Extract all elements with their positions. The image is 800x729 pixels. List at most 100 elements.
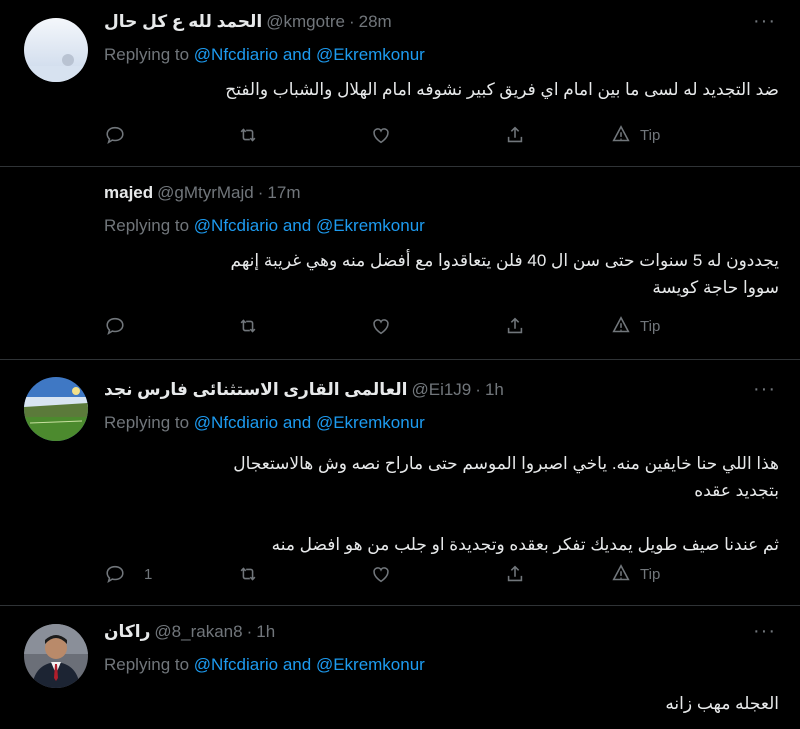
timestamp[interactable]: 1h	[485, 380, 504, 400]
separator: ·	[257, 183, 264, 202]
mention-link[interactable]: @Nfcdiario	[194, 216, 278, 235]
reply-count: 1	[144, 565, 153, 583]
mention-link[interactable]: @Nfcdiario	[194, 45, 278, 64]
tip-label: Tip	[640, 317, 661, 335]
replying-to: Replying to @Nfcdiario and @Ekremkonur	[104, 211, 776, 241]
tweet-text: العجله مهب زانه	[104, 690, 779, 717]
pale-sky-avatar-image	[24, 18, 88, 82]
mention-link[interactable]: @Ekremkonur	[316, 216, 425, 235]
tweet-text-line: يجددون له 5 سنوات حتى سن ال 40 فلن يتعاق…	[230, 251, 779, 270]
stadium-avatar-image	[24, 377, 88, 441]
tweet-text-line: ثم عندنا صيف طويل يمديك تفكر بعقده وتجدي…	[271, 535, 779, 554]
mention-link[interactable]: @Nfcdiario	[194, 413, 278, 432]
tweet[interactable]: الحمد لله ع كل حال @kmgotre · 28m ··· Re…	[0, 0, 800, 167]
tweet-text-line: هذا اللي حنا خايفين منه. ياخي اصبروا الم…	[233, 454, 779, 473]
separator: ·	[348, 12, 355, 31]
tip-button[interactable]: Tip	[610, 124, 660, 146]
retweet-icon	[240, 567, 256, 581]
replying-to: Replying to @Nfcdiario and @Ekremkonur	[104, 40, 776, 70]
action-bar: Tip	[104, 315, 664, 339]
display-name[interactable]: العالمى القارى الاستثنائى فارس نجد	[104, 380, 407, 400]
tweet-text-line: العجله مهب زانه	[665, 694, 779, 713]
tweet-header: الحمد لله ع كل حال @kmgotre · 28m	[104, 12, 776, 40]
replying-to: Replying to @Nfcdiario and @Ekremkonur	[104, 650, 776, 680]
tweet-text-line: سووا حاجة كويسة	[652, 278, 779, 297]
share-icon	[507, 317, 523, 334]
share-icon	[507, 126, 523, 143]
user-handle[interactable]: @gMtyrMajd	[157, 183, 254, 203]
user-handle[interactable]: @kmgotre	[266, 12, 345, 32]
and-text: and	[278, 45, 316, 64]
person-avatar-image	[24, 624, 88, 688]
replying-prefix: Replying to	[104, 413, 194, 432]
reply-button[interactable]	[104, 315, 126, 337]
retweet-button[interactable]	[237, 124, 259, 146]
tweet-header: راكان @8_rakan8 · 1h	[104, 622, 776, 650]
like-button[interactable]	[370, 563, 392, 585]
tweet-text-line: ضد التجديد له لسى ما بين امام اي فريق كب…	[225, 80, 779, 99]
tweet-text-line: بتجديد عقده	[694, 481, 779, 500]
tweet-text: هذا اللي حنا خايفين منه. ياخي اصبروا الم…	[104, 450, 779, 558]
tweet[interactable]: العالمى القارى الاستثنائى فارس نجد @Ei1J…	[0, 360, 800, 606]
like-button[interactable]	[370, 315, 392, 337]
replying-prefix: Replying to	[104, 216, 194, 235]
tip-label: Tip	[640, 565, 661, 583]
heart-icon	[373, 319, 389, 335]
action-bar: Tip	[104, 124, 664, 148]
share-button[interactable]	[504, 124, 526, 146]
user-handle[interactable]: @Ei1J9	[411, 380, 471, 400]
tip-icon	[612, 125, 630, 142]
display-name[interactable]: راكان	[104, 622, 150, 642]
tweet[interactable]: majed @gMtyrMajd · 17m Replying to @Nfcd…	[0, 167, 800, 360]
replying-prefix: Replying to	[104, 45, 194, 64]
share-button[interactable]	[504, 315, 526, 337]
mention-link[interactable]: @Nfcdiario	[194, 655, 278, 674]
avatar[interactable]	[24, 377, 88, 441]
and-text: and	[278, 216, 316, 235]
retweet-button[interactable]	[237, 315, 259, 337]
tip-label: Tip	[640, 126, 661, 144]
mention-link[interactable]: @Ekremkonur	[316, 413, 425, 432]
action-bar: 1 Tip	[104, 563, 664, 587]
replying-prefix: Replying to	[104, 655, 194, 674]
tweet-text: ضد التجديد له لسى ما بين امام اي فريق كب…	[104, 76, 779, 103]
tweet-text-blank	[104, 504, 779, 531]
tip-button[interactable]: Tip	[610, 315, 660, 337]
retweet-icon	[240, 319, 256, 333]
heart-icon	[373, 567, 389, 583]
share-icon	[507, 565, 523, 582]
reply-button[interactable]: 1	[104, 563, 152, 585]
reply-button[interactable]	[104, 124, 126, 146]
display-name[interactable]: majed	[104, 183, 153, 203]
reply-icon	[106, 126, 124, 144]
tweet-text: يجددون له 5 سنوات حتى سن ال 40 فلن يتعاق…	[104, 247, 779, 301]
avatar[interactable]	[24, 18, 88, 82]
reply-icon	[106, 317, 124, 335]
display-name[interactable]: الحمد لله ع كل حال	[104, 12, 262, 32]
tip-icon	[612, 316, 630, 333]
more-options-icon[interactable]: ···	[753, 621, 776, 641]
replying-to: Replying to @Nfcdiario and @Ekremkonur	[104, 408, 776, 438]
more-options-icon[interactable]: ···	[753, 11, 776, 31]
user-handle[interactable]: @8_rakan8	[154, 622, 242, 642]
more-options-icon[interactable]: ···	[753, 379, 776, 399]
tweet-header: majed @gMtyrMajd · 17m	[104, 183, 776, 211]
retweet-button[interactable]	[237, 563, 259, 585]
separator: ·	[246, 622, 253, 641]
and-text: and	[278, 655, 316, 674]
timestamp[interactable]: 1h	[256, 622, 275, 642]
like-button[interactable]	[370, 124, 392, 146]
tip-icon	[612, 564, 630, 581]
avatar[interactable]	[24, 624, 88, 688]
timestamp[interactable]: 28m	[359, 12, 392, 32]
timestamp[interactable]: 17m	[267, 183, 300, 203]
mention-link[interactable]: @Ekremkonur	[316, 655, 425, 674]
heart-icon	[373, 128, 389, 144]
tweet[interactable]: راكان @8_rakan8 · 1h ··· Replying to @Nf…	[0, 606, 800, 729]
retweet-icon	[240, 128, 256, 142]
mention-link[interactable]: @Ekremkonur	[316, 45, 425, 64]
reply-icon	[106, 565, 124, 583]
tweet-header: العالمى القارى الاستثنائى فارس نجد @Ei1J…	[104, 380, 776, 408]
share-button[interactable]	[504, 563, 526, 585]
tip-button[interactable]: Tip	[610, 563, 660, 585]
